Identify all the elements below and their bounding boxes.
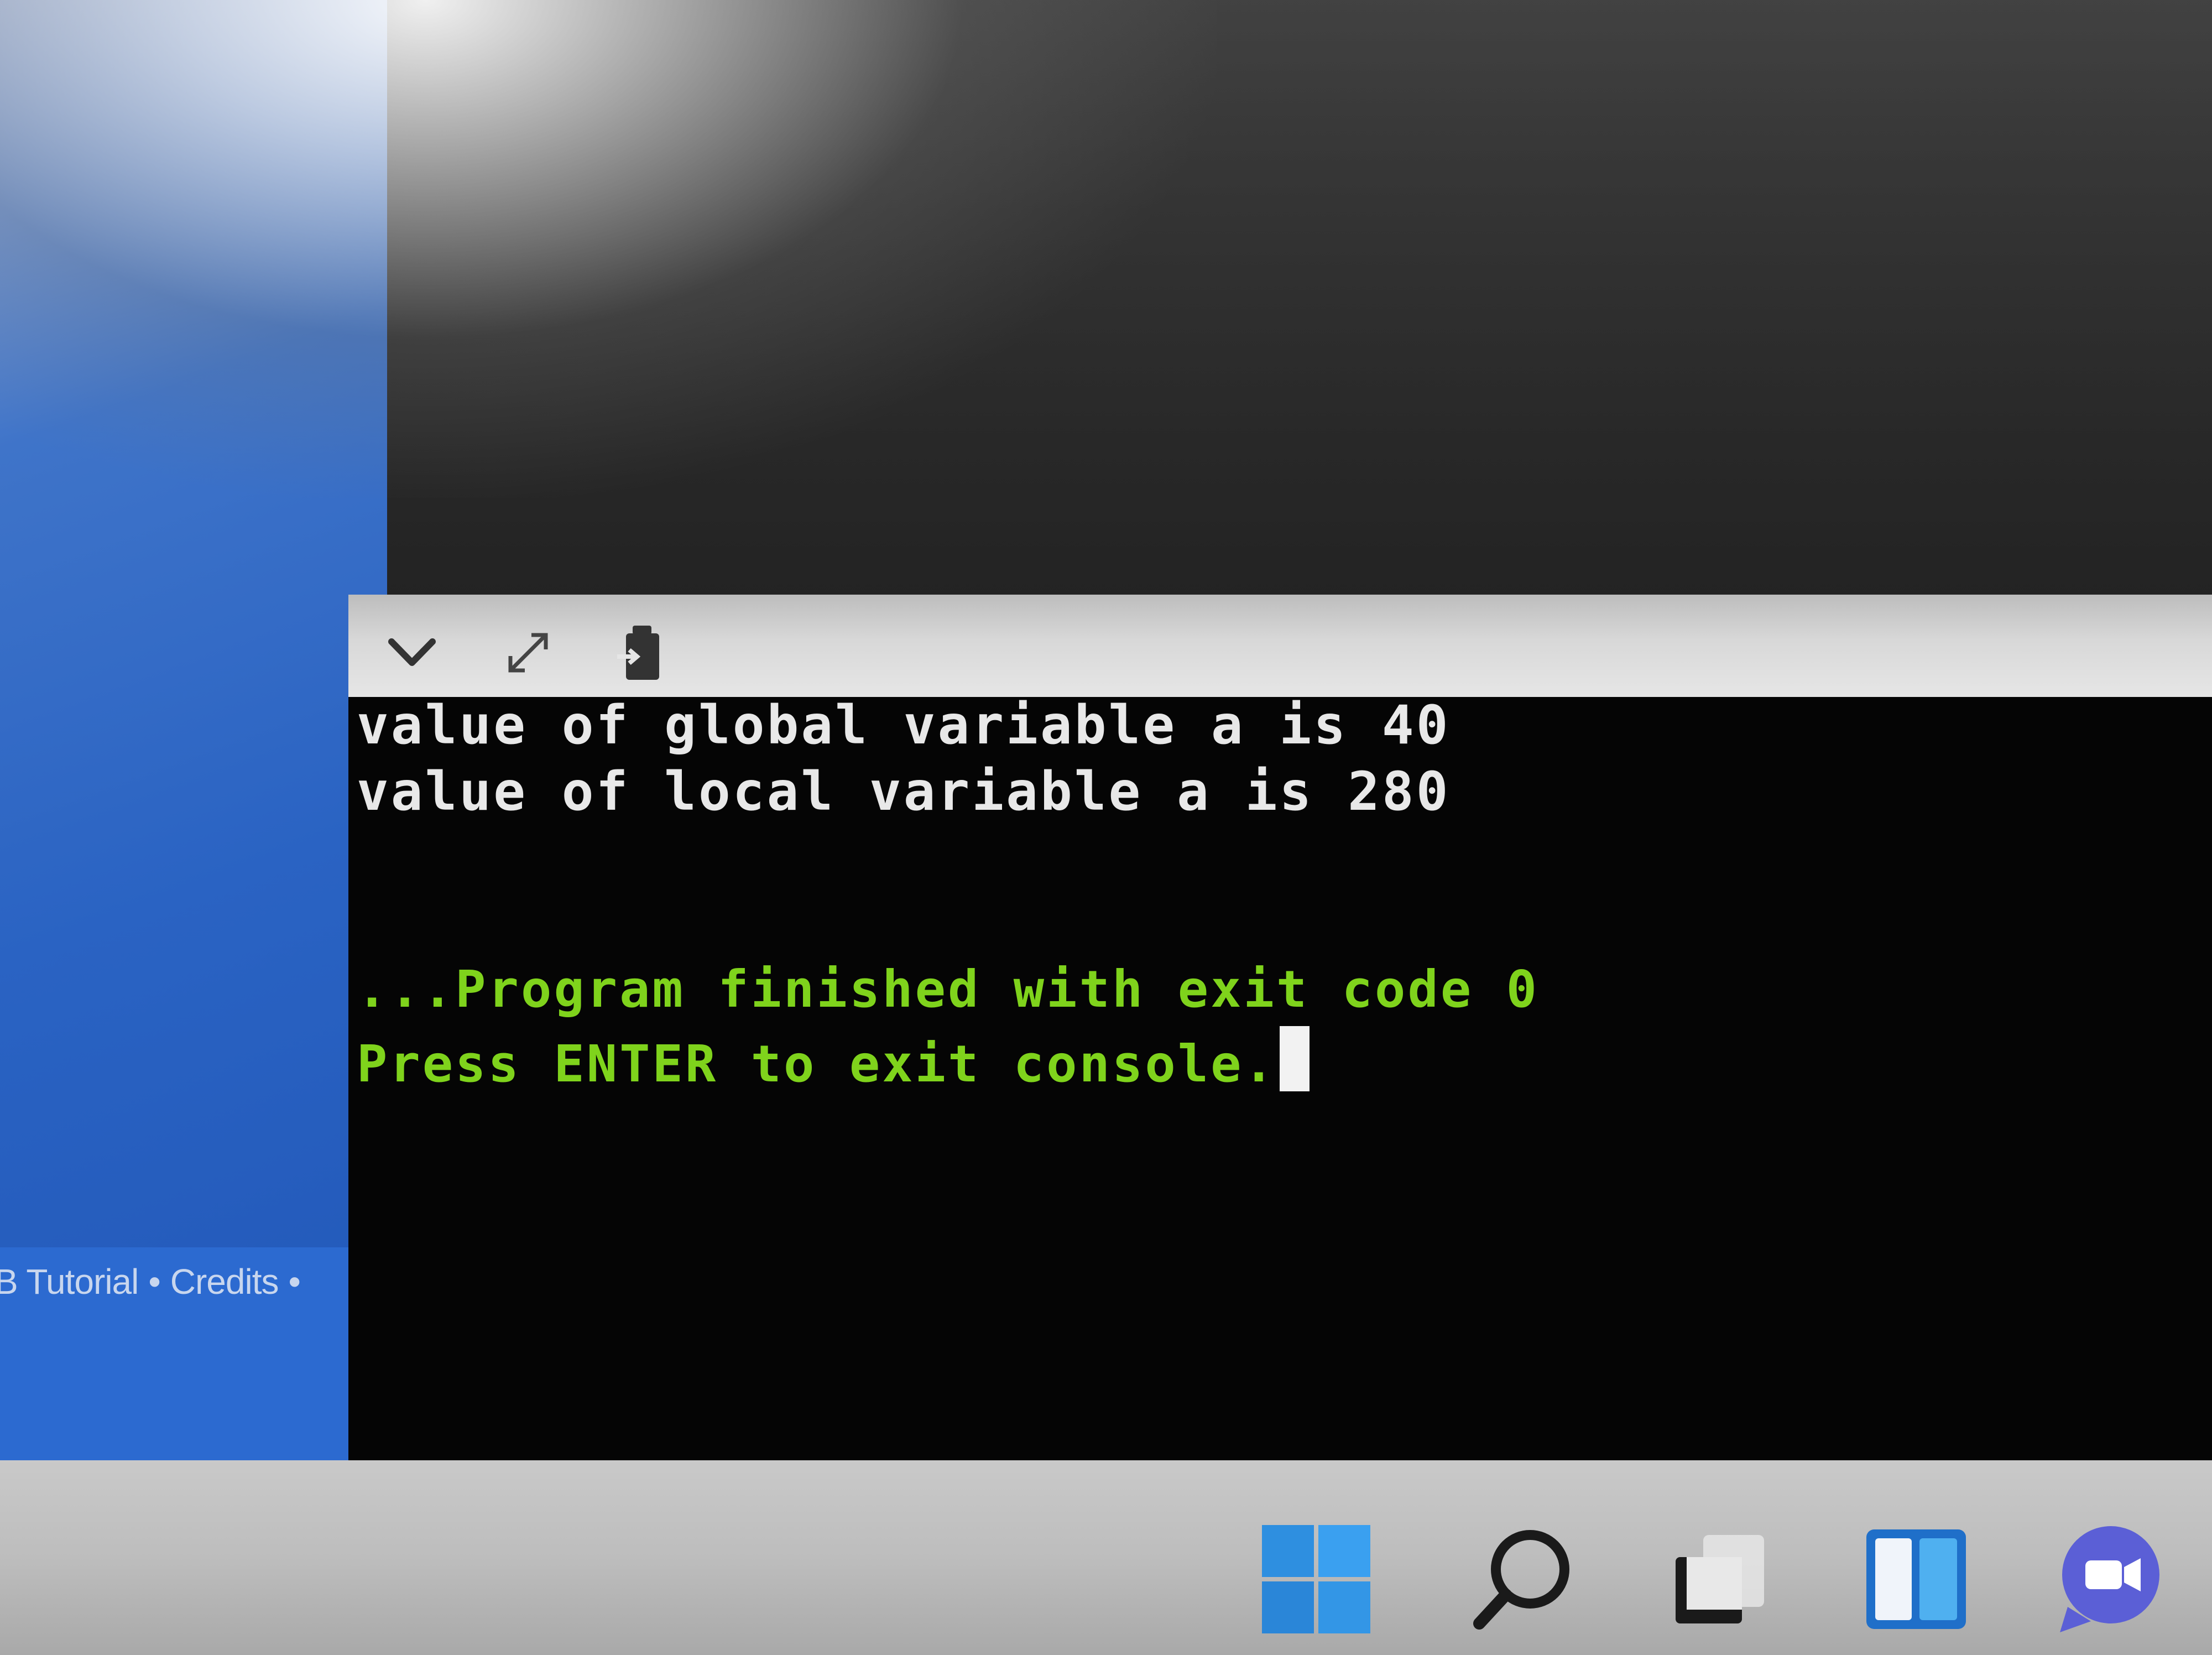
chevron-down-icon[interactable] [382, 622, 442, 683]
task-view-icon[interactable] [1665, 1524, 1775, 1635]
left-sidebar [0, 0, 387, 1460]
footer-link-credits[interactable]: Credits [170, 1262, 279, 1302]
exit-status-line: ...Program finished with exit code 0 [357, 960, 1539, 1019]
press-enter-text: Press ENTER to exit console. [357, 1034, 1276, 1094]
footer-separator: • [148, 1262, 160, 1302]
console-output-line: value of global variable a is 40 [357, 694, 1451, 756]
editor-area[interactable] [348, 0, 2212, 595]
footer-separator: • [288, 1262, 300, 1302]
footer-link-tutorial[interactable]: B Tutorial [0, 1262, 139, 1302]
expand-icon[interactable] [498, 622, 559, 683]
windows-start-icon[interactable] [1261, 1524, 1371, 1635]
screen: B Tutorial • Credits • value of global vari… [0, 0, 2212, 1655]
search-icon[interactable] [1468, 1524, 1579, 1635]
widgets-icon[interactable] [1861, 1524, 1971, 1635]
text-cursor [1279, 1026, 1310, 1091]
footer-links: B Tutorial • Credits • [0, 1261, 310, 1302]
press-enter-line: Press ENTER to exit console. [357, 1026, 1310, 1094]
console-output-line: value of local variable a is 280 [357, 761, 1451, 823]
clear-console-icon[interactable] [611, 622, 672, 683]
teams-chat-icon[interactable] [2054, 1524, 2165, 1635]
